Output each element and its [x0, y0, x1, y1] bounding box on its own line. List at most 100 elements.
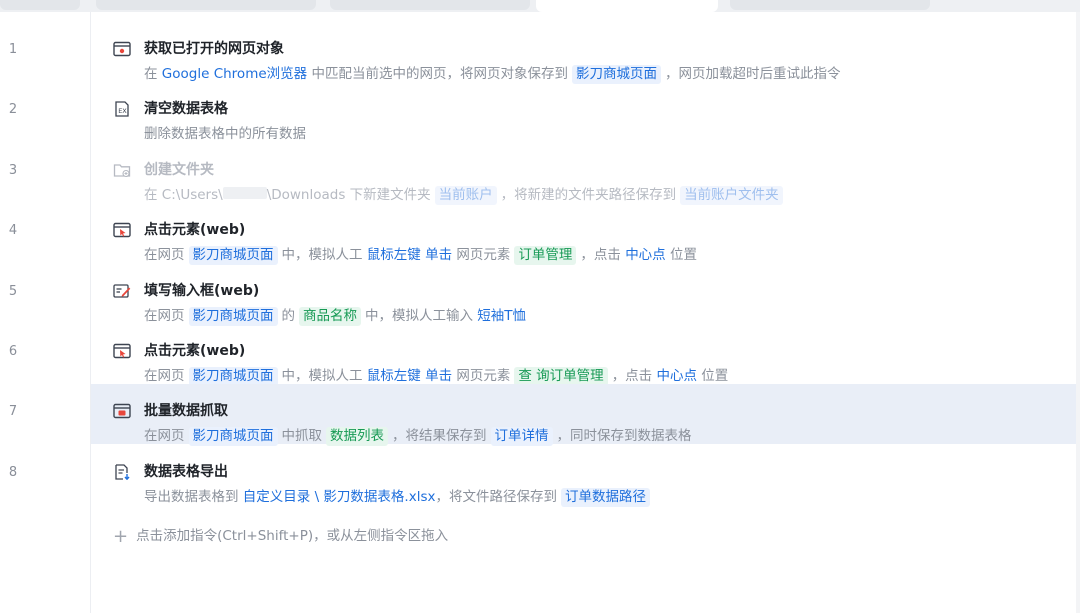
instruction-row[interactable]: 点击元素(web) 在网页 影刀商城页面 中，模拟人工 鼠标左键 单击 网页元素查 询…: [91, 324, 1076, 386]
instruction-description: 在 Google Chrome浏览器 中匹配当前选中的网页，将网页对象保存到 影刀…: [144, 62, 840, 84]
instruction-title: 获取已打开的网页对象: [144, 41, 284, 57]
tab-5[interactable]: [730, 0, 930, 10]
param-value[interactable]: 中心点: [656, 368, 697, 384]
line-number: 2: [8, 102, 18, 118]
param-value[interactable]: 鼠标左键 单击: [367, 247, 452, 263]
instruction-description: 在网页 影刀商城页面 中抓取 数据列表 ，将结果保存到 订单详情 ，同时保存到数据表格: [144, 424, 692, 447]
instruction-row[interactable]: 批量数据抓取 在网页 影刀商城页面 中抓取 数据列表 ，将结果保存到 订单详情 ，同时保存到数…: [91, 384, 1076, 447]
instruction-title: 清空数据表格: [144, 101, 228, 118]
desc-text: 在: [144, 186, 162, 203]
desc-text: 在网页: [144, 247, 185, 264]
tab-1[interactable]: [0, 0, 80, 10]
redacted-segment: [222, 186, 267, 199]
variable-tag[interactable]: 影刀商城页面: [188, 306, 278, 326]
instruction-title: 点击元素(web): [144, 343, 246, 359]
instruction-row[interactable]: 填写输入框(web) 在网页 影刀商城页面的商品名称 中，模拟人工输入 短袖T恤: [91, 264, 1076, 326]
instruction-description: 删除数据表格中的所有数据: [144, 122, 306, 142]
input-fill-icon: [113, 283, 131, 299]
desc-text: 在: [144, 66, 162, 82]
desc-text: 删除数据表格中的所有数据: [144, 126, 306, 143]
desc-text: ，点击: [580, 247, 626, 264]
desc-text: 在网页: [144, 307, 185, 324]
instruction-title: 点击元素(web): [144, 222, 246, 239]
line-number: 8: [8, 464, 18, 480]
variable-tag[interactable]: 影刀商城页面: [188, 427, 278, 447]
variable-tag[interactable]: 影刀商城页面: [188, 246, 278, 266]
instruction-row[interactable]: 点击元素(web) 在网页 影刀商城页面 中，模拟人工 鼠标左键 单击 网页元素 订单管…: [91, 203, 1076, 266]
svg-text:EX: EX: [118, 107, 127, 115]
instruction-title: 填写输入框(web): [144, 282, 260, 299]
desc-text: 中，模拟人工: [281, 368, 367, 384]
desc-text: ，网页加载超时后重试此指令: [664, 66, 841, 82]
line-number: 3: [8, 162, 18, 178]
plus-icon: +: [113, 526, 129, 547]
tab-active[interactable]: [536, 0, 718, 12]
instruction-row[interactable]: EX 清空数据表格删除数据表格中的所有数据: [91, 82, 1076, 142]
element-tag[interactable]: 数据列表: [326, 427, 388, 447]
param-value[interactable]: C:\Users\: [162, 187, 223, 203]
desc-text: 中抓取: [281, 428, 323, 445]
param-value[interactable]: \Downloads: [267, 187, 346, 203]
instruction-list: + 点击添加指令(Ctrl+Shift+P)，或从左侧指令区拖入 获取已打开的网页…: [91, 12, 1076, 613]
desc-text: 中，模拟人工: [281, 247, 367, 264]
excel-clear-icon: EX: [113, 101, 131, 118]
desc-text: 在网页: [144, 368, 185, 384]
instruction-description: 在 C:\Users\ \Downloads 下新建文件夹 当前账户 ，将新建的文件夹…: [144, 183, 787, 205]
click-element-icon: [113, 343, 131, 359]
desc-text: ，点击: [611, 368, 657, 384]
variable-tag[interactable]: 订单详情: [490, 427, 553, 447]
instruction-title: 创建文件夹: [144, 161, 214, 178]
desc-text: 网页元素: [452, 247, 511, 264]
instruction-description: 在网页 影刀商城页面的商品名称 中，模拟人工输入 短袖T恤: [144, 304, 526, 326]
desc-text: 位置: [665, 247, 697, 264]
variable-tag[interactable]: 影刀商城页面: [188, 367, 278, 386]
line-number: 4: [8, 223, 18, 239]
folder-add-icon: [113, 162, 131, 178]
line-number: 5: [8, 283, 18, 299]
desc-text: 网页元素: [452, 368, 511, 384]
instruction-description: 导出数据表格到 自定义目录 \ 影刀数据表格.xlsx，将文件路径保存到 订单数据…: [144, 485, 654, 507]
element-tag[interactable]: 商品名称: [299, 306, 361, 326]
param-value[interactable]: 短袖T恤: [477, 308, 526, 324]
batch-scrape-icon: [113, 403, 131, 419]
line-number: 1: [8, 42, 18, 57]
desc-text: 中，模拟人工输入: [365, 307, 478, 324]
line-number: 7: [8, 404, 18, 420]
instruction-row[interactable]: 获取已打开的网页对象在 Google Chrome浏览器 中匹配当前选中的网页，…: [91, 22, 1076, 84]
add-instruction-hint[interactable]: + 点击添加指令(Ctrl+Shift+P)，或从左侧指令区拖入: [113, 524, 448, 547]
desc-text: ，将结果保存到: [392, 428, 487, 445]
variable-tag[interactable]: 当前账户: [434, 185, 497, 205]
instruction-description: 在网页 影刀商城页面 中，模拟人工 鼠标左键 单击 网页元素查 询订单管理 ，点击 中…: [144, 364, 728, 386]
line-number-gutter: 1 2 3 4 5 6 7 8: [0, 12, 91, 613]
instruction-description: 在网页 影刀商城页面 中，模拟人工 鼠标左键 单击 网页元素 订单管理 ，点击 中心点 …: [144, 243, 697, 266]
param-value[interactable]: Google Chrome浏览器: [162, 66, 307, 82]
browser-icon: [113, 41, 131, 57]
desc-text: 中匹配当前选中的网页，将网页对象保存到: [307, 66, 568, 82]
desc-text: 导出数据表格到: [144, 488, 243, 505]
tab-bar: [0, 0, 1080, 12]
tab-3[interactable]: [330, 0, 530, 10]
desc-text: ，同时保存到数据表格: [556, 428, 692, 445]
instruction-title: 数据表格导出: [144, 463, 228, 480]
scrollbar[interactable]: [1076, 12, 1080, 613]
table-export-icon: [113, 464, 131, 481]
instruction-row[interactable]: 数据表格导出 导出数据表格到 自定义目录 \ 影刀数据表格.xlsx，将文件路径保…: [91, 445, 1076, 507]
element-tag[interactable]: 查 询订单管理: [514, 367, 608, 386]
variable-tag[interactable]: 当前账户文件夹: [680, 185, 783, 205]
variable-tag[interactable]: 影刀商城页面: [571, 65, 661, 84]
param-value[interactable]: 鼠标左键 单击: [367, 368, 452, 384]
element-tag[interactable]: 订单管理: [514, 246, 577, 266]
param-value[interactable]: 中心点: [625, 247, 666, 263]
tab-2[interactable]: [96, 0, 316, 10]
desc-text: 位置: [696, 368, 729, 384]
click-element-icon: [113, 222, 131, 238]
variable-tag[interactable]: 订单数据路径: [560, 487, 650, 507]
line-number: 6: [8, 344, 18, 359]
instruction-row[interactable]: 创建文件夹在 C:\Users\ \Downloads 下新建文件夹 当前账户 ，将新…: [91, 143, 1076, 205]
add-instruction-label: 点击添加指令(Ctrl+Shift+P)，或从左侧指令区拖入: [136, 528, 449, 544]
desc-text: 下新建文件夹: [345, 186, 431, 203]
desc-text: 的: [281, 307, 296, 324]
param-value[interactable]: 自定义目录 \ 影刀数据表格.xlsx: [243, 489, 436, 505]
desc-text: ，将文件路径保存到: [435, 488, 557, 505]
desc-text: 在网页: [144, 428, 185, 445]
